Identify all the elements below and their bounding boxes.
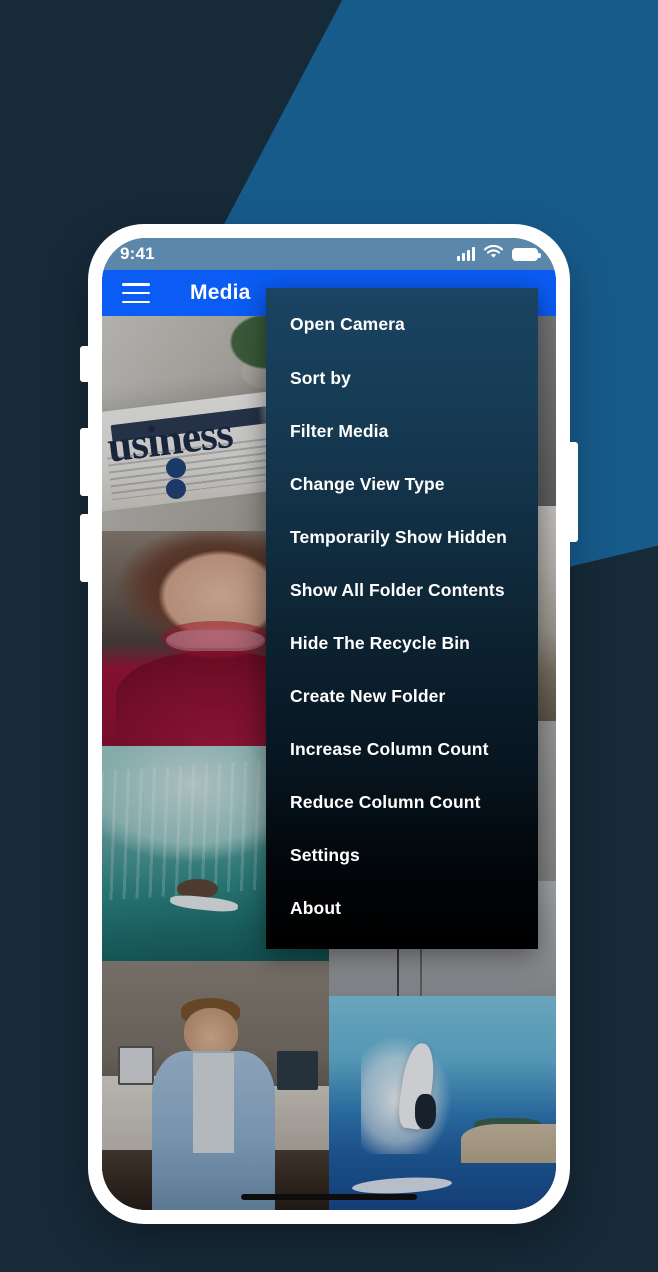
hamburger-menu-icon[interactable] xyxy=(122,283,150,303)
phone-silent-switch[interactable] xyxy=(80,346,90,382)
menu-item-increase-column-count[interactable]: Increase Column Count xyxy=(266,723,538,776)
menu-item-temporarily-show-hidden[interactable]: Temporarily Show Hidden xyxy=(266,511,538,564)
menu-item-about[interactable]: About xyxy=(266,882,538,935)
menu-item-hide-the-recycle-bin[interactable]: Hide The Recycle Bin xyxy=(266,617,538,670)
photo-scrim xyxy=(102,961,329,1210)
menu-item-open-camera[interactable]: Open Camera xyxy=(266,296,538,352)
wifi-icon xyxy=(483,244,504,264)
overflow-menu[interactable]: Open Camera Sort by Filter Media Change … xyxy=(266,288,538,949)
menu-item-change-view-type[interactable]: Change View Type xyxy=(266,458,538,511)
signal-bars-icon xyxy=(457,246,475,261)
menu-item-sort-by[interactable]: Sort by xyxy=(266,352,538,405)
home-indicator[interactable] xyxy=(241,1194,417,1200)
status-bar: 9:41 xyxy=(102,238,556,270)
status-bar-clock: 9:41 xyxy=(120,244,155,263)
menu-item-settings[interactable]: Settings xyxy=(266,829,538,882)
menu-item-create-new-folder[interactable]: Create New Folder xyxy=(266,670,538,723)
photo-man-in-office[interactable] xyxy=(102,961,329,1210)
battery-icon xyxy=(512,247,541,261)
phone-screen: usiness 9:41 Media Open Camera Sort by F… xyxy=(102,238,556,1210)
phone-power-button[interactable] xyxy=(568,442,578,542)
photo-surfer-aerial[interactable] xyxy=(329,996,556,1210)
menu-item-filter-media[interactable]: Filter Media xyxy=(266,405,538,458)
photo-scrim xyxy=(329,996,556,1210)
menu-item-reduce-column-count[interactable]: Reduce Column Count xyxy=(266,776,538,829)
page-title: Media xyxy=(190,281,251,304)
phone-volume-down-button[interactable] xyxy=(80,514,90,582)
menu-item-show-all-folder-contents[interactable]: Show All Folder Contents xyxy=(266,564,538,617)
screenshot-stage: usiness 9:41 Media Open Camera Sort by F… xyxy=(0,0,658,1272)
phone-mockup: usiness 9:41 Media Open Camera Sort by F… xyxy=(80,224,578,1224)
status-bar-icons xyxy=(457,244,541,264)
phone-volume-up-button[interactable] xyxy=(80,428,90,496)
